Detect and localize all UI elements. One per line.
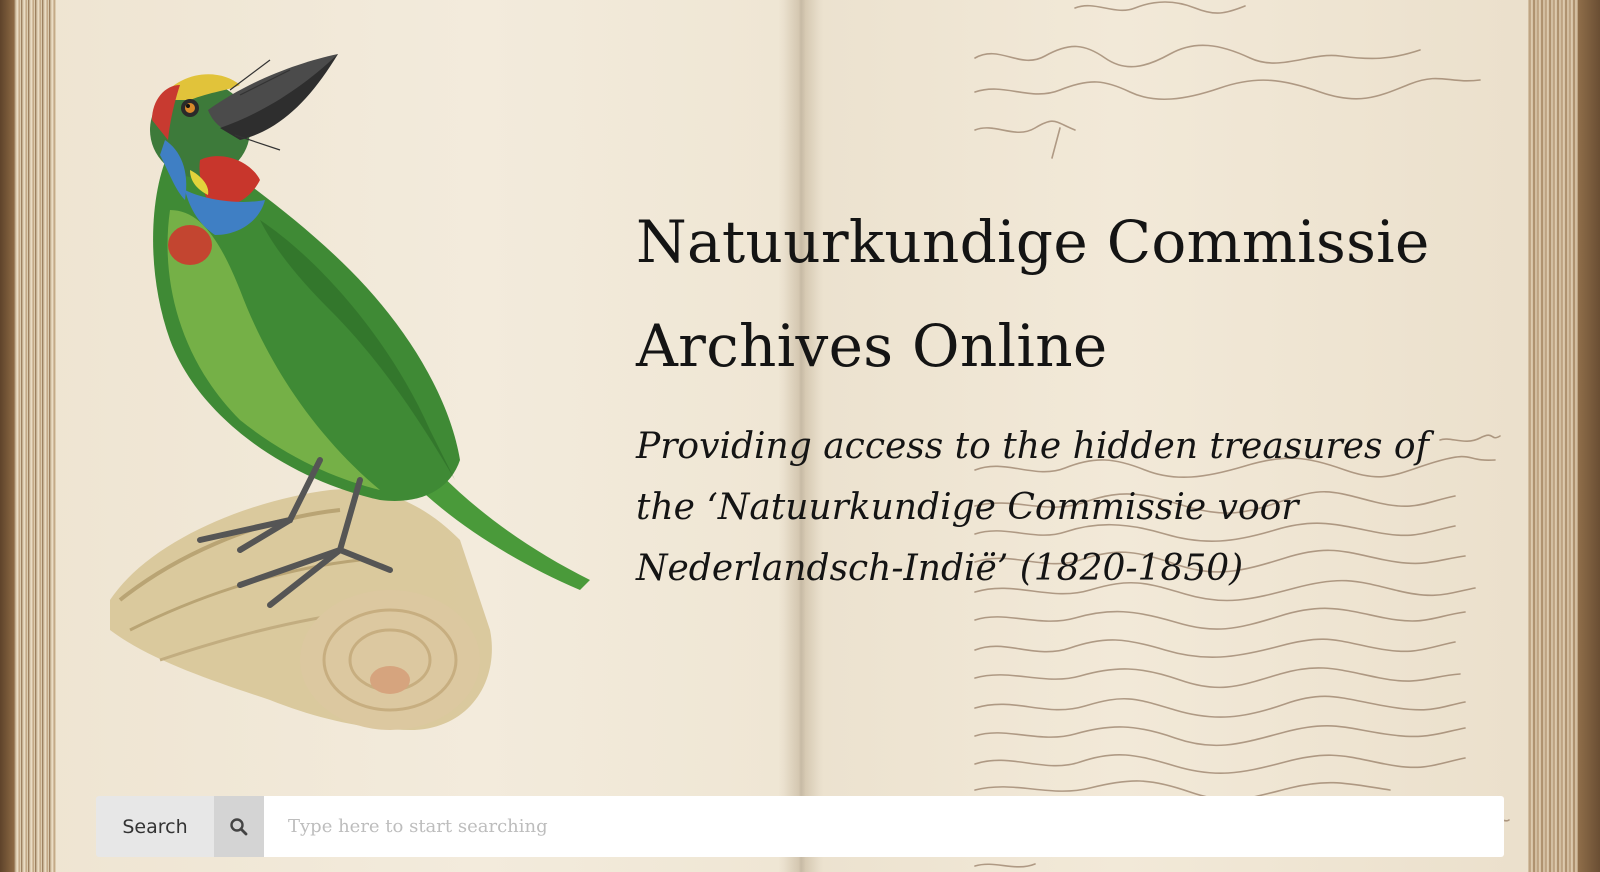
search-bar: Search <box>96 796 1504 857</box>
search-label: Search <box>96 796 214 857</box>
page-subtitle: Providing access to the hidden treasures… <box>636 426 1429 589</box>
page-title: Natuurkundige Commissie Archives Online <box>636 190 1536 398</box>
page-title-line-2: Archives Online <box>636 312 1108 380</box>
bird-illustration <box>110 54 590 730</box>
page-title-line-1: Natuurkundige Commissie <box>636 208 1430 276</box>
search-input[interactable] <box>264 796 1504 857</box>
search-icon <box>230 817 248 835</box>
hero-section: Natuurkundige Commissie Archives Online … <box>636 190 1536 599</box>
search-button[interactable] <box>214 796 264 857</box>
log-drawing <box>110 489 492 730</box>
